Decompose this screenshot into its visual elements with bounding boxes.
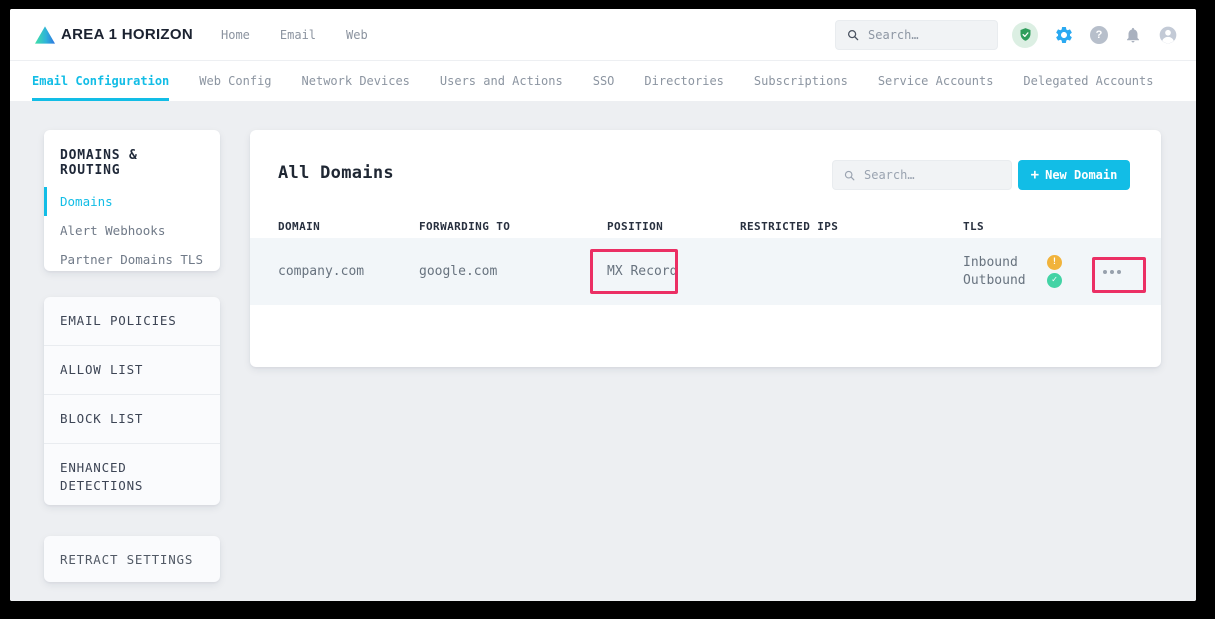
top-nav-web[interactable]: Web — [346, 28, 368, 42]
help-icon[interactable]: ? — [1090, 26, 1108, 44]
search-icon — [846, 28, 860, 42]
tab-users-and-actions[interactable]: Users and Actions — [440, 61, 563, 101]
sidebar-section-title: DOMAINS & ROUTING — [44, 130, 220, 187]
sidebar-item-email-policies[interactable]: EMAIL POLICIES — [44, 297, 220, 345]
col-restricted-ips: RESTRICTED IPS — [740, 220, 963, 233]
config-tabs: Email Configuration Web Config Network D… — [10, 61, 1196, 101]
cell-domain: company.com — [278, 264, 419, 279]
new-domain-button[interactable]: + New Domain — [1018, 160, 1130, 190]
col-position: POSITION — [607, 220, 740, 233]
tab-web-config[interactable]: Web Config — [199, 61, 271, 101]
tab-delegated-accounts[interactable]: Delegated Accounts — [1023, 61, 1153, 101]
content-area: DOMAINS & ROUTING Domains Alert Webhooks… — [10, 101, 1196, 601]
panel-header: All Domains + New Domain — [250, 130, 1161, 226]
tab-subscriptions[interactable]: Subscriptions — [754, 61, 848, 101]
sidebar-card-domains-routing: DOMAINS & ROUTING Domains Alert Webhooks… — [44, 130, 220, 271]
plus-icon: + — [1031, 168, 1039, 182]
cell-forwarding-to: google.com — [419, 264, 607, 279]
account-avatar-icon[interactable] — [1158, 25, 1178, 45]
sidebar-item-alert-webhooks[interactable]: Alert Webhooks — [44, 216, 220, 245]
brand-logo[interactable]: AREA 1 HORIZON — [34, 25, 193, 45]
row-actions — [1091, 262, 1133, 282]
security-shield-icon[interactable] — [1012, 22, 1038, 48]
brand-name: AREA 1 HORIZON — [61, 26, 193, 43]
sidebar-item-enhanced-detections[interactable]: ENHANCED DETECTIONS — [44, 443, 220, 510]
tls-outbound-label: Outbound — [963, 273, 1047, 288]
tab-directories[interactable]: Directories — [644, 61, 723, 101]
sidebar-item-block-list[interactable]: BLOCK LIST — [44, 394, 220, 443]
col-domain: DOMAIN — [278, 220, 419, 233]
new-domain-button-label: New Domain — [1045, 168, 1117, 182]
sidebar-item-partner-domains-tls[interactable]: Partner Domains TLS — [44, 245, 220, 274]
global-search-input[interactable] — [868, 28, 987, 42]
table-row[interactable]: company.com google.com MX Record Inbound… — [250, 238, 1161, 305]
settings-gear-icon[interactable] — [1054, 25, 1074, 45]
sidebar-item-allow-list[interactable]: ALLOW LIST — [44, 345, 220, 394]
tab-service-accounts[interactable]: Service Accounts — [878, 61, 994, 101]
domains-search[interactable] — [832, 160, 1012, 190]
table-header: DOMAIN FORWARDING TO POSITION RESTRICTED… — [250, 216, 1161, 236]
topbar: AREA 1 HORIZON Home Email Web — [10, 9, 1196, 61]
top-nav-home[interactable]: Home — [221, 28, 250, 42]
more-actions-button[interactable] — [1097, 262, 1127, 282]
sidebar-card-policies: EMAIL POLICIES ALLOW LIST BLOCK LIST ENH… — [44, 297, 220, 505]
tab-email-configuration[interactable]: Email Configuration — [32, 61, 169, 101]
ellipsis-icon — [1103, 270, 1107, 274]
top-nav: Home Email Web — [221, 28, 368, 42]
cell-tls: Inbound ! Outbound ✓ — [963, 255, 1091, 288]
app-window: AREA 1 HORIZON Home Email Web — [10, 9, 1196, 601]
top-nav-email[interactable]: Email — [280, 28, 316, 42]
tab-network-devices[interactable]: Network Devices — [302, 61, 410, 101]
sidebar-item-domains[interactable]: Domains — [44, 187, 220, 216]
search-icon — [843, 169, 856, 182]
topbar-right: ? — [835, 20, 1178, 50]
panel-title: All Domains — [278, 163, 394, 183]
col-tls: TLS — [963, 220, 1091, 233]
sidebar-item-retract-settings[interactable]: RETRACT SETTINGS — [44, 552, 193, 567]
notifications-bell-icon[interactable] — [1124, 26, 1142, 44]
tls-inbound-label: Inbound — [963, 255, 1047, 270]
warning-icon: ! — [1047, 255, 1062, 270]
global-search[interactable] — [835, 20, 998, 50]
col-forwarding-to: FORWARDING TO — [419, 220, 607, 233]
cell-position: MX Record — [607, 264, 740, 279]
all-domains-panel: All Domains + New Domain DOMAIN FORWARDI… — [250, 130, 1161, 367]
sidebar-card-retract: RETRACT SETTINGS — [44, 536, 220, 582]
domains-search-input[interactable] — [864, 168, 1001, 182]
check-icon: ✓ — [1047, 273, 1062, 288]
brand-triangle-icon — [34, 25, 56, 45]
tab-sso[interactable]: SSO — [593, 61, 615, 101]
